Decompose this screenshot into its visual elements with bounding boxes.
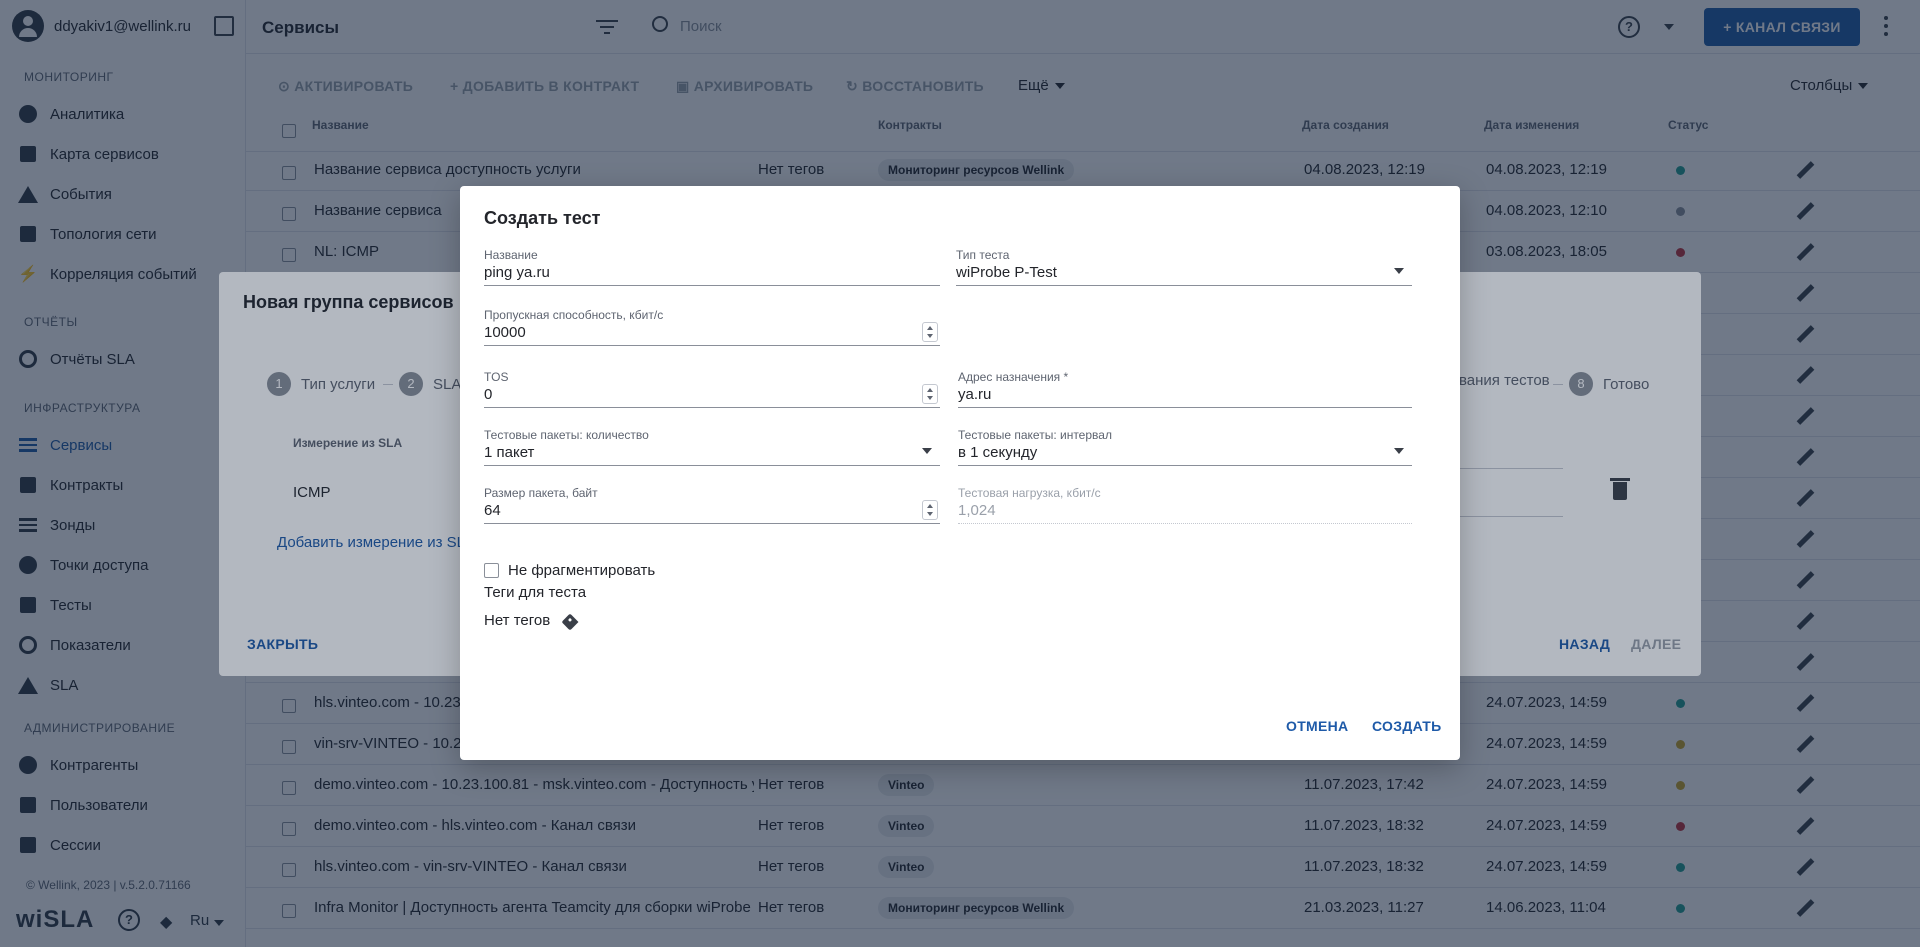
create-button[interactable]: СОЗДАТЬ [1372, 718, 1442, 734]
test-type-select[interactable]: Тип теста wiProbe P-Test [956, 248, 1412, 286]
test-load-field: Тестовая нагрузка, кбит/с 1,024 [958, 486, 1412, 524]
chevron-down-icon [922, 448, 932, 454]
packets-interval-select[interactable]: Тестовые пакеты: интервал в 1 секунду [958, 428, 1412, 466]
chevron-down-icon [1394, 268, 1404, 274]
dialog-title: Создать тест [484, 208, 601, 228]
cancel-button[interactable]: ОТМЕНА [1286, 718, 1348, 734]
no-fragment-label[interactable]: Не фрагментировать [508, 562, 655, 579]
stepper-icon[interactable] [922, 500, 938, 520]
test-name-field[interactable]: Название ping ya.ru [484, 248, 940, 286]
tags-title: Теги для теста [484, 584, 587, 601]
no-tags-text: Нет тегов [484, 612, 551, 629]
packet-size-field[interactable]: Размер пакета, байт 64 [484, 486, 940, 524]
no-fragment-checkbox[interactable] [484, 563, 499, 578]
bandwidth-field[interactable]: Пропускная способность, кбит/с 10000 [484, 308, 940, 346]
create-test-dialog: Создать тест Название ping ya.ru Тип тес… [460, 186, 1460, 760]
tag-icon[interactable] [561, 613, 579, 631]
stepper-icon[interactable] [922, 384, 938, 404]
stepper-icon[interactable] [922, 322, 938, 342]
destination-address-field[interactable]: Адрес назначения * ya.ru [958, 370, 1412, 408]
chevron-down-icon [1394, 448, 1404, 454]
tos-field[interactable]: TOS 0 [484, 370, 940, 408]
packets-count-select[interactable]: Тестовые пакеты: количество 1 пакет [484, 428, 940, 466]
